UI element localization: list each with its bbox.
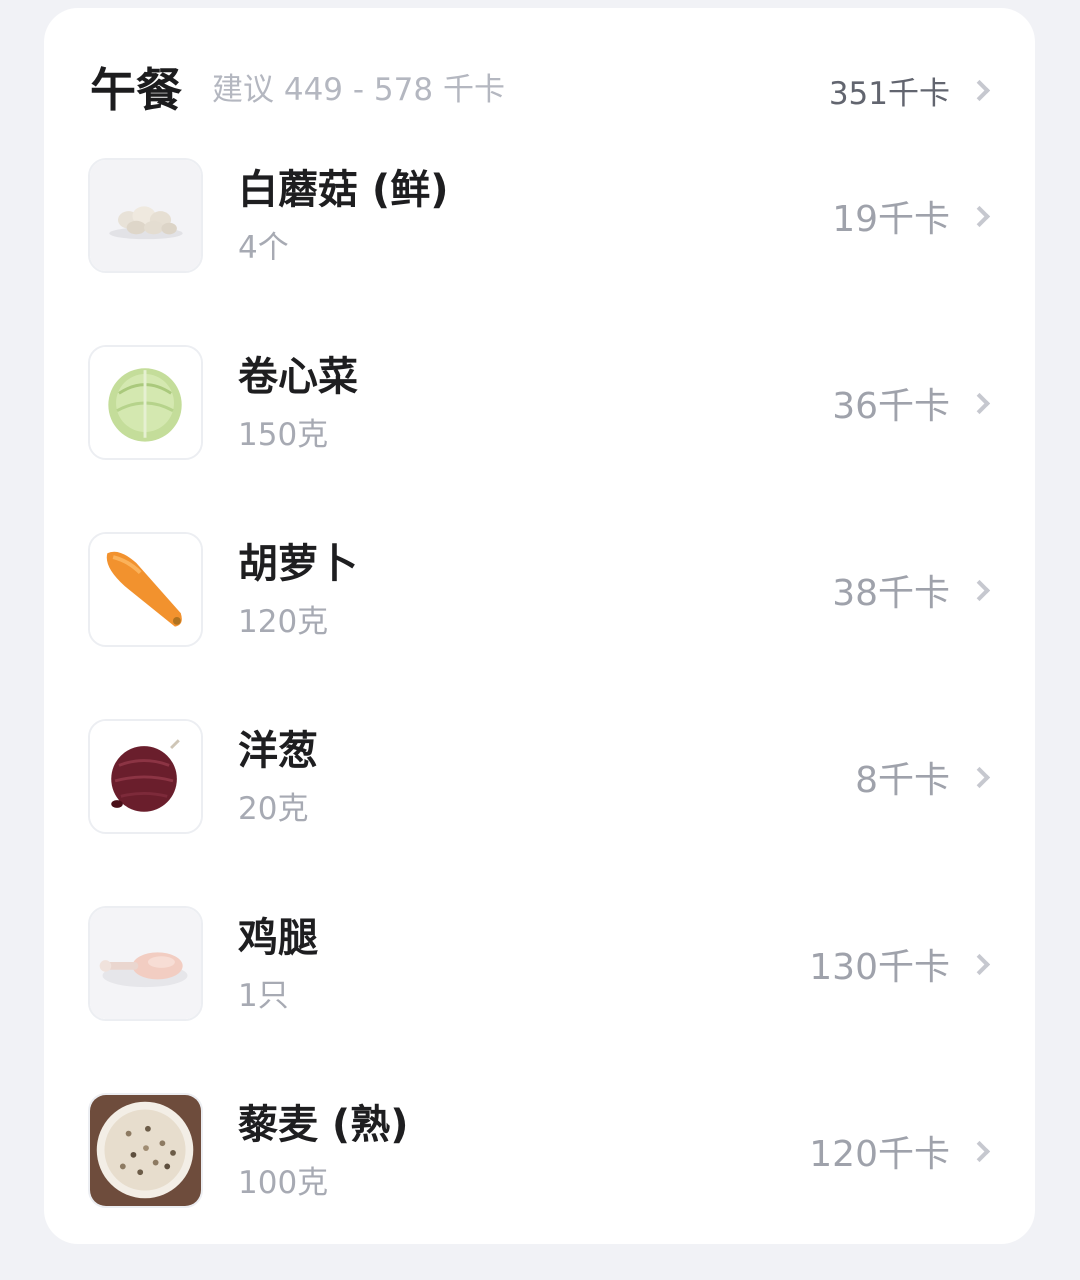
cabbage-photo [88, 345, 203, 460]
food-kcal-value: 8千卡 [855, 760, 950, 801]
food-item-onion[interactable]: 洋葱 20克 8千卡 [44, 719, 1035, 906]
meal-total[interactable]: 351千卡 [829, 60, 993, 120]
food-amount: 4个 [238, 230, 289, 266]
chicken-leg-photo [88, 906, 203, 1021]
food-item-cabbage[interactable]: 卷心菜 150克 36千卡 [44, 345, 1035, 532]
food-name: 洋葱 [238, 728, 318, 774]
food-kcal-value: 19千卡 [832, 199, 950, 240]
food-amount: 120克 [238, 604, 329, 640]
food-kcal: 19千卡 [832, 188, 993, 244]
food-name: 卷心菜 [238, 354, 358, 400]
food-kcal-value: 38千卡 [832, 573, 950, 614]
food-kcal: 130千卡 [809, 936, 993, 992]
chevron-right-icon [968, 79, 991, 101]
food-amount: 20克 [238, 791, 309, 827]
food-kcal-value: 36千卡 [832, 386, 950, 427]
meal-suggestion: 建议 449 - 578 千卡 [212, 72, 505, 108]
food-item-carrot[interactable]: 胡萝卜 120克 38千卡 [44, 532, 1035, 719]
chevron-right-icon [968, 579, 991, 601]
meal-total-kcal: 351千卡 [828, 75, 950, 112]
quinoa-photo [88, 1093, 203, 1208]
food-item-mushroom[interactable]: 白蘑菇 (鲜) 4个 19千卡 [44, 158, 1035, 345]
food-name: 藜麦 (熟) [238, 1102, 409, 1148]
food-name: 白蘑菇 (鲜) [238, 167, 449, 213]
food-name: 鸡腿 [238, 915, 318, 961]
food-kcal: 8千卡 [855, 749, 993, 805]
meal-title: 午餐 [90, 63, 182, 117]
food-amount: 100克 [238, 1165, 329, 1201]
food-name: 胡萝卜 [238, 541, 358, 587]
lunch-card: 午餐 建议 449 - 578 千卡 351千卡 白蘑菇 (鲜) 4个 19千卡 [44, 8, 1035, 1244]
food-amount: 150克 [238, 417, 329, 453]
chevron-right-icon [968, 1140, 991, 1162]
chevron-right-icon [968, 953, 991, 975]
food-amount: 1只 [238, 978, 289, 1014]
chevron-right-icon [968, 766, 991, 788]
food-kcal: 120千卡 [809, 1123, 993, 1179]
food-item-quinoa[interactable]: 藜麦 (熟) 100克 120千卡 [44, 1093, 1035, 1280]
meal-header[interactable]: 午餐 建议 449 - 578 千卡 351千卡 [44, 8, 1035, 158]
food-kcal-value: 120千卡 [809, 1134, 950, 1175]
food-kcal-value: 130千卡 [809, 947, 950, 988]
food-kcal: 38千卡 [832, 562, 993, 618]
mushroom-photo [88, 158, 203, 273]
food-kcal: 36千卡 [832, 375, 993, 431]
carrot-photo [88, 532, 203, 647]
food-item-chicken-leg[interactable]: 鸡腿 1只 130千卡 [44, 906, 1035, 1093]
onion-photo [88, 719, 203, 834]
chevron-right-icon [968, 205, 991, 227]
chevron-right-icon [968, 392, 991, 414]
